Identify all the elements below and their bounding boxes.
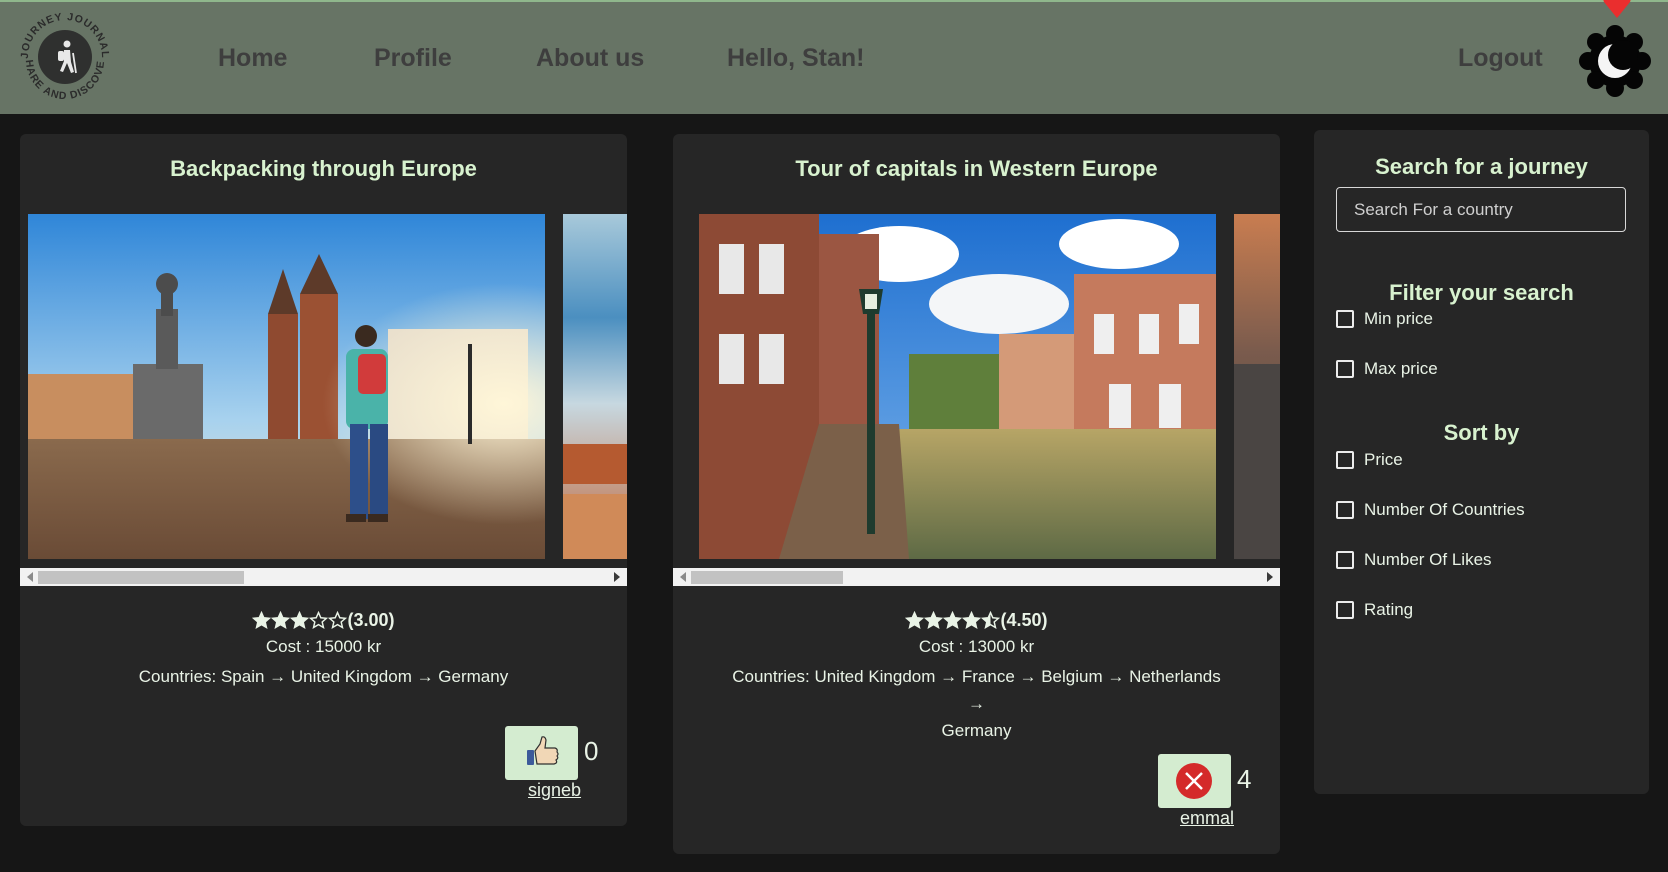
rating-value: (3.00) [347,610,395,630]
checkbox[interactable] [1336,551,1354,569]
star-full-icon [924,610,944,629]
close-icon [1176,763,1212,799]
nav-home-link[interactable]: Home [218,44,287,73]
sort-number-of-likes[interactable]: Number Of Likes [1336,550,1576,572]
filter-min-price[interactable]: Min price [1336,309,1536,331]
gallery-scrollbar[interactable] [673,568,1280,586]
gallery-scrollbar[interactable] [20,568,627,586]
star-full-icon [962,610,982,629]
journey-rating: (4.50) [673,610,1280,631]
star-empty-icon [328,610,348,629]
user-greeting: Hello, Stan! [727,44,865,72]
dark-mode-icon [1579,25,1651,97]
unlike-button[interactable] [1158,754,1231,808]
like-count: 0 [584,736,599,766]
journey-journal-logo[interactable]: JOURNEY JOURNAL SHARE AND DISCOVER [10,0,116,108]
journey-card[interactable]: Tour of capitals in Western Europe (4.50… [673,134,1280,854]
checkbox-label: Number Of Likes [1364,550,1492,569]
scrollbar-thumb[interactable] [38,571,244,584]
journey-author-link[interactable]: emmal [1180,808,1234,829]
journey-photo-next [1234,214,1280,559]
star-full-icon [943,610,963,629]
journey-title: Tour of capitals in Western Europe [795,156,1158,181]
photo-gallery[interactable] [20,214,627,559]
sort-rating[interactable]: Rating [1336,600,1576,622]
nav-profile-link[interactable]: Profile [374,44,452,73]
like-count: 4 [1237,764,1252,794]
checkbox-label: Price [1364,450,1403,469]
rating-stars [905,610,1001,630]
star-half-icon [981,610,1001,629]
like-button[interactable] [505,726,578,780]
journey-countries: Countries: Spain → United Kingdom → Germ… [70,663,577,690]
countries-line: Countries: Spain → United Kingdom → Germ… [138,667,509,686]
notification-heart-icon [1602,0,1632,20]
scrollbar-thumb[interactable] [691,571,843,584]
journey-countries: Countries: United Kingdom → France → Bel… [723,663,1230,744]
checkbox[interactable] [1336,360,1354,378]
sort-price[interactable]: Price [1336,450,1576,472]
journey-photo-next [563,214,627,559]
countries-line: Germany [941,721,1012,740]
rating-value: (4.50) [1000,610,1048,630]
journey-title: Backpacking through Europe [170,156,477,181]
journey-author-link[interactable]: signeb [528,780,581,801]
thumbs-up-icon [527,736,559,765]
filter-max-price[interactable]: Max price [1336,359,1536,381]
checkbox[interactable] [1336,601,1354,619]
sort-title: Sort by [1443,420,1520,445]
star-full-icon [252,610,272,629]
filter-title: Filter your search [1389,280,1574,305]
theme-toggle-button[interactable] [1578,24,1652,98]
checkbox[interactable] [1336,310,1354,328]
checkbox-label: Number Of Countries [1364,500,1525,519]
scroll-left-arrow-icon[interactable] [680,572,686,582]
star-full-icon [290,610,310,629]
nav-about-link[interactable]: About us [536,44,644,73]
star-full-icon [905,610,925,629]
search-sidebar: Search for a journey Filter your search … [1314,130,1649,794]
scroll-right-arrow-icon[interactable] [1267,572,1273,582]
checkbox-label: Min price [1364,309,1433,328]
journey-cost: Cost : 13000 kr [918,637,1035,656]
journey-photo-krakow [28,214,545,559]
checkbox[interactable] [1336,451,1354,469]
journey-rating: (3.00) [20,610,627,631]
search-title: Search for a journey [1375,154,1588,179]
rating-stars [252,610,348,630]
country-search-input[interactable] [1336,187,1626,232]
scroll-right-arrow-icon[interactable] [614,572,620,582]
checkbox[interactable] [1336,501,1354,519]
checkbox-label: Max price [1364,359,1438,378]
scroll-left-arrow-icon[interactable] [27,572,33,582]
journey-cost: Cost : 15000 kr [265,637,382,656]
navbar: JOURNEY JOURNAL SHARE AND DISCOVER Home … [0,0,1668,114]
photo-gallery[interactable] [673,214,1280,559]
journey-photo-canal [699,214,1216,559]
countries-line: Countries: United Kingdom → France → Bel… [732,667,1221,713]
sort-number-of-countries[interactable]: Number Of Countries [1336,500,1576,522]
logout-link[interactable]: Logout [1458,44,1543,73]
journey-card[interactable]: Backpacking through Europe (3.00) Cost:… [20,134,627,826]
star-full-icon [271,610,291,629]
checkbox-label: Rating [1364,600,1414,619]
star-empty-icon [309,610,329,629]
